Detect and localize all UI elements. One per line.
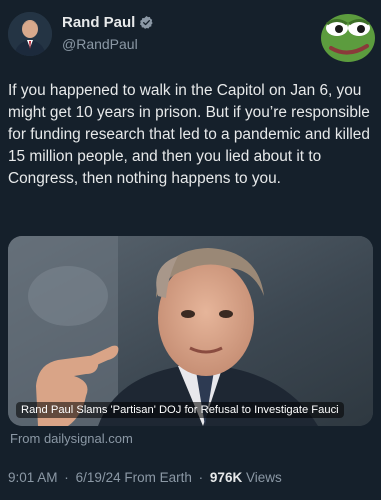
link-card-image <box>8 236 373 426</box>
tweet-client: From Earth <box>124 470 192 485</box>
author-display-name[interactable]: Rand Paul <box>62 14 135 31</box>
meta-separator: · <box>198 470 204 485</box>
link-card-source[interactable]: From dailysignal.com <box>10 431 133 446</box>
author-handle[interactable]: @RandPaul <box>62 36 138 52</box>
views-count[interactable]: 976K <box>210 470 242 485</box>
tweet-date[interactable]: 6/19/24 <box>76 470 121 485</box>
author-name-row[interactable]: Rand Paul <box>62 14 154 31</box>
tweet-post: Rand Paul @RandPaul If you happened to w… <box>0 0 381 500</box>
verified-badge-icon <box>139 15 154 30</box>
tweet-text: If you happened to walk in the Capitol o… <box>8 82 370 187</box>
meta-separator: · <box>64 470 69 485</box>
views-label[interactable]: Views <box>246 470 282 485</box>
author-avatar[interactable] <box>8 12 52 56</box>
tweet-meta: 9:01 AM · 6/19/24 From Earth · 976K View… <box>8 470 282 485</box>
link-card[interactable]: Rand Paul Slams 'Partisan' DOJ for Refus… <box>8 236 373 426</box>
link-card-headline[interactable]: Rand Paul Slams 'Partisan' DOJ for Refus… <box>16 402 344 418</box>
tweet-time[interactable]: 9:01 AM <box>8 470 58 485</box>
frog-sticker-icon <box>317 4 379 66</box>
